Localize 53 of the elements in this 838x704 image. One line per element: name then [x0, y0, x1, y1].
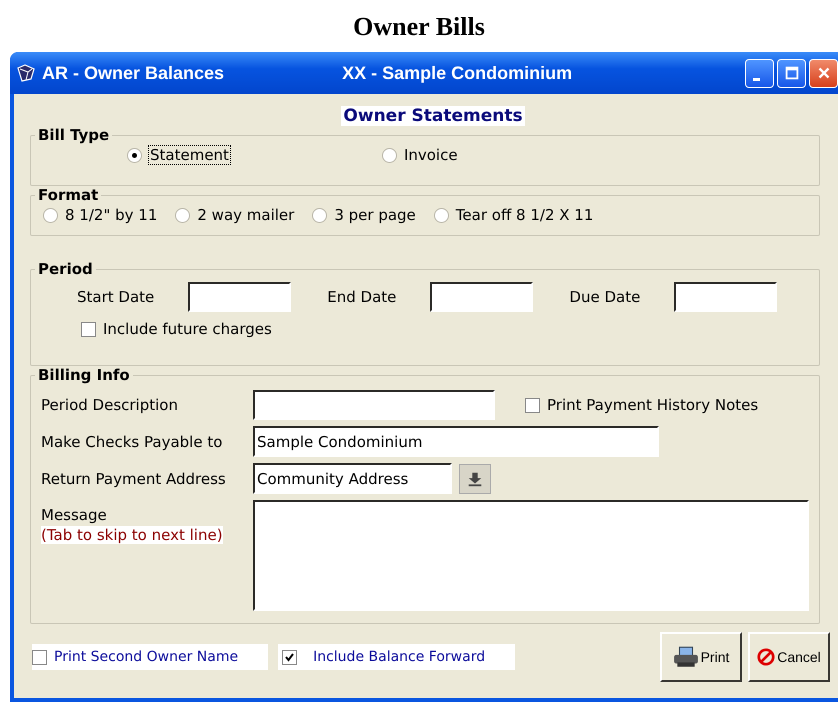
window-subtitle: XX - Sample Condominium: [342, 62, 572, 84]
field-label: Due Date: [569, 288, 640, 306]
maximize-icon: [782, 64, 800, 82]
print-button[interactable]: Print: [660, 632, 742, 682]
field-label: Start Date: [77, 288, 154, 306]
radio-label[interactable]: 8 1/2" by 11: [65, 206, 158, 224]
field-label: Message: [41, 506, 108, 524]
radio-label[interactable]: Invoice: [404, 146, 458, 164]
close-button[interactable]: [809, 58, 838, 88]
radio-button[interactable]: [175, 208, 190, 222]
app-icon: [16, 63, 36, 83]
checkbox[interactable]: [32, 650, 47, 664]
cancel-icon: [757, 648, 776, 666]
return-address-field[interactable]: Community Address: [253, 463, 452, 494]
radio-button[interactable]: [382, 148, 397, 162]
download-arrow-icon: [466, 470, 484, 488]
radio-button[interactable]: [312, 208, 328, 222]
field-label: Period Description: [41, 396, 179, 414]
radio-label[interactable]: 3 per page: [334, 206, 416, 224]
group-label: Period: [37, 260, 94, 278]
form-heading: Owner Statements: [341, 106, 525, 126]
message-field[interactable]: [253, 500, 809, 611]
minimize-button[interactable]: [745, 58, 774, 88]
hint-text: (Tab to skip to next line): [41, 526, 223, 544]
period-description-field[interactable]: [253, 390, 495, 420]
checkbox[interactable]: [525, 398, 540, 412]
radio-label[interactable]: Statement: [149, 146, 230, 164]
group-label: Format: [37, 186, 100, 204]
window-title: AR - Owner Balances: [42, 62, 224, 84]
minimize-icon: [753, 78, 760, 80]
field-label: Make Checks Payable to: [41, 432, 224, 450]
checkbox[interactable]: [81, 322, 96, 336]
date-field[interactable]: [674, 282, 778, 312]
checkbox[interactable]: [282, 650, 298, 664]
download-button[interactable]: [459, 464, 491, 494]
payable-to-field[interactable]: Sample Condominium: [253, 426, 659, 457]
checkbox-label[interactable]: Include future charges: [103, 320, 272, 338]
field-label: End Date: [327, 288, 396, 306]
radio-label[interactable]: Tear off 8 1/2 X 11: [456, 206, 594, 224]
page-title: Owner Bills: [352, 11, 486, 43]
cancel-button[interactable]: Cancel: [748, 632, 830, 682]
maximize-button[interactable]: [777, 58, 806, 88]
radio-button[interactable]: [127, 148, 142, 162]
printer-icon: [672, 646, 699, 668]
group-label: Billing Info: [37, 366, 131, 384]
field-label: Return Payment Address: [41, 470, 227, 488]
checkbox-label[interactable]: Print Payment History Notes: [547, 396, 758, 414]
date-field[interactable]: [430, 282, 534, 312]
date-field[interactable]: [188, 282, 292, 312]
radio-button[interactable]: [434, 208, 449, 222]
group-label: Bill Type: [37, 126, 110, 144]
radio-label[interactable]: 2 way mailer: [197, 206, 294, 224]
radio-button[interactable]: [43, 208, 58, 222]
